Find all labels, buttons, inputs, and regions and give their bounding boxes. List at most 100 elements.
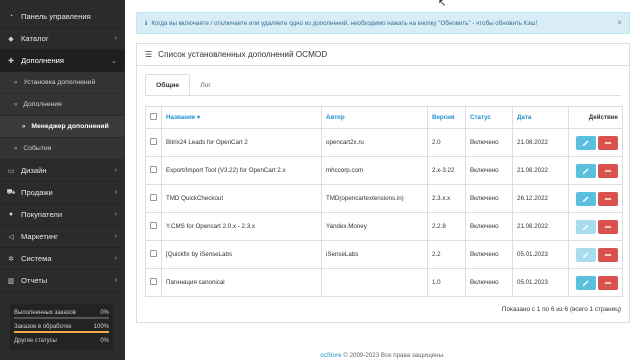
footer: ocStore © 2009-2023 Все права защищены. — [125, 352, 640, 359]
sidebar-item-label: Покупатели — [21, 210, 63, 219]
sidebar-item-marketing[interactable]: ◁ Маркетинг › — [0, 226, 125, 248]
chart-icon: ▥ — [7, 277, 15, 285]
main-content: ℹ Когда вы включаете / отключаете или уд… — [125, 0, 640, 360]
delete-button[interactable] — [598, 275, 618, 290]
header-action: Действие — [568, 106, 623, 129]
modifications-table: Название ▾ Автор Версия Статус Дата Дейс… — [145, 106, 623, 297]
header-name[interactable]: Название ▾ — [161, 106, 322, 129]
cell-author — [321, 268, 428, 297]
tab-general[interactable]: Общие — [145, 74, 191, 96]
header-date[interactable]: Дата — [512, 106, 569, 129]
delete-button[interactable] — [598, 191, 618, 206]
table-row: Y.CMS for Opencart 2.0.x - 2.3.x Yandex.M… — [145, 212, 623, 241]
row-checkbox[interactable] — [150, 194, 157, 201]
mouse-cursor-icon: ↖ — [438, 0, 447, 9]
table-row: Export/Import Tool (V3.22) for OpenCart … — [145, 156, 623, 185]
stat-bar-fill — [14, 331, 109, 333]
chevron-right-icon: › — [114, 233, 117, 240]
sidebar-subitem-label: Менеджер дополнений — [31, 123, 109, 130]
sidebar-item-design[interactable]: ▭ Дизайн › — [0, 160, 125, 182]
double-chevron-icon: » — [14, 79, 18, 86]
row-select-cell — [145, 240, 162, 269]
sidebar-item-label: Продажи — [21, 188, 53, 197]
header-name-label: Название — [166, 114, 196, 121]
header-author[interactable]: Автор — [321, 106, 428, 129]
monitor-icon: ▭ — [7, 167, 15, 175]
delete-button[interactable] — [598, 163, 618, 178]
sidebar-item-dashboard[interactable]: ◔ Панель управления — [0, 6, 125, 28]
cell-version: 2.x-3.22 — [427, 156, 466, 185]
gear-icon: ✲ — [8, 255, 14, 263]
cell-author: mhccorp.com — [321, 156, 428, 185]
table-row: Пагинация canonical 1.0 Включено 05.01.2023 — [145, 268, 623, 297]
sidebar-subitem-label: Дополнения — [23, 101, 62, 108]
cell-status: Включено — [465, 184, 513, 213]
table-header-row: Название ▾ Автор Версия Статус Дата Дейс… — [145, 106, 623, 129]
table-row: TMD QuickCheckout TMD(opencartextensions.… — [145, 184, 623, 213]
row-checkbox[interactable] — [150, 250, 157, 257]
tabs: Общие Лог — [145, 74, 221, 96]
sidebar-item-catalog[interactable]: ◆ Каталог › — [0, 28, 125, 50]
cell-status: Включено — [465, 268, 513, 297]
sidebar-subitem-extensions[interactable]: » Дополнения — [0, 94, 125, 116]
cell-date: 21.08.2022 — [512, 128, 569, 157]
cell-author: opencart2x.ru — [321, 128, 428, 157]
cell-status: Включено — [465, 156, 513, 185]
edit-button[interactable] — [576, 247, 596, 262]
order-stats: Выполненных заказов 0% Заказов в обработ… — [10, 304, 113, 350]
panel-heading: ☰ Список установленных дополнений OCMOD — [137, 44, 629, 66]
row-checkbox[interactable] — [150, 222, 157, 229]
row-checkbox[interactable] — [150, 138, 157, 145]
cell-name: Y.CMS for Opencart 2.0.x - 2.3.x — [161, 212, 322, 241]
cell-version: 2.2.8 — [427, 212, 466, 241]
header-version[interactable]: Версия — [427, 106, 466, 129]
select-all-checkbox[interactable] — [150, 113, 157, 120]
tag-icon: ◆ — [8, 35, 14, 43]
cell-name: Пагинация canonical — [161, 268, 322, 297]
close-icon[interactable]: × — [617, 18, 622, 27]
sort-down-icon: ▾ — [196, 114, 201, 121]
stat-other: Другие статусы 0% — [14, 334, 109, 348]
footer-brand-link[interactable]: ocStore — [320, 352, 341, 359]
chevron-right-icon: › — [114, 189, 117, 196]
modifications-panel: ☰ Список установленных дополнений OCMOD … — [136, 43, 630, 323]
sidebar-item-extensions[interactable]: ✚ Дополнения ⌄ — [0, 50, 125, 72]
cell-name: TMD QuickCheckout — [161, 184, 322, 213]
sidebar-item-reports[interactable]: ▥ Отчеты › — [0, 270, 125, 292]
chevron-right-icon: › — [114, 35, 117, 42]
cell-author: TMD(opencartextensions.in) — [321, 184, 428, 213]
row-checkbox[interactable] — [150, 278, 157, 285]
edit-button[interactable] — [576, 191, 596, 206]
row-checkbox[interactable] — [150, 166, 157, 173]
sidebar: ◔ Панель управления ◆ Каталог › ✚ Дополн… — [0, 0, 125, 360]
sidebar-item-customers[interactable]: ● Покупатели › — [0, 204, 125, 226]
chevron-right-icon: › — [114, 277, 117, 284]
header-status[interactable]: Статус — [465, 106, 513, 129]
chevron-down-icon: ⌄ — [111, 57, 117, 65]
row-select-cell — [145, 212, 162, 241]
edit-button[interactable] — [576, 135, 596, 150]
stat-completed: Выполненных заказов 0% — [14, 306, 109, 320]
delete-button[interactable] — [598, 247, 618, 262]
sidebar-item-label: Отчеты — [21, 276, 48, 285]
stat-processing: Заказов в обработке 100% — [14, 320, 109, 334]
sidebar-subitem-events[interactable]: » События — [0, 138, 125, 160]
stat-label: Заказов в обработке — [14, 324, 72, 330]
edit-button[interactable] — [576, 163, 596, 178]
edit-button[interactable] — [576, 275, 596, 290]
cell-date: 21.08.2022 — [512, 212, 569, 241]
sidebar-item-sales[interactable]: ⛟ Продажи › — [0, 182, 125, 204]
share-icon: ◁ — [8, 233, 14, 241]
sidebar-item-system[interactable]: ✲ Система › — [0, 248, 125, 270]
sidebar-subitem-modification[interactable]: » Менеджер дополнений — [0, 116, 125, 138]
delete-button[interactable] — [598, 135, 618, 150]
edit-button[interactable] — [576, 219, 596, 234]
info-icon: ℹ — [145, 19, 148, 27]
sidebar-subitem-installer[interactable]: » Установка дополнений — [0, 72, 125, 94]
cell-actions — [568, 240, 623, 269]
tab-log[interactable]: Лог — [190, 74, 221, 96]
chevron-right-icon: › — [114, 211, 117, 218]
cell-status: Включено — [465, 212, 513, 241]
row-select-cell — [145, 156, 162, 185]
delete-button[interactable] — [598, 219, 618, 234]
